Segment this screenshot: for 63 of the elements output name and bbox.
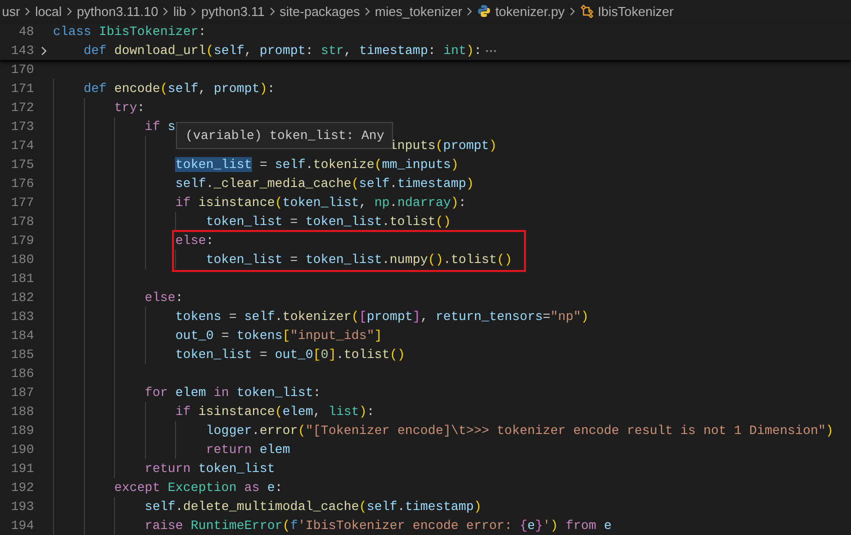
code-line: return elem (206, 441, 290, 459)
code-line: tokens = self.tokenizer([prompt], return_tensors="np") (175, 308, 589, 326)
ellipsis-icon[interactable] (484, 48, 497, 52)
line-number: 194 (10, 518, 34, 533)
line-number: 173 (10, 119, 34, 134)
line-number: 170 (10, 62, 34, 77)
line-number: 189 (10, 423, 34, 438)
breadcrumb-item[interactable]: tokenizer.py (495, 4, 565, 18)
code-line: token_list = self.tokenize(mm_inputs) (175, 156, 459, 174)
breadcrumb-item[interactable]: mies_tokenizer (374, 4, 462, 18)
line-number: 177 (10, 195, 34, 210)
hover-tooltip: (variable) token_list: Any (176, 122, 394, 149)
line-number: 180 (10, 252, 34, 267)
code-line: except Exception as e: (114, 479, 283, 497)
code-line: if s (144, 118, 176, 136)
line-number: 185 (10, 347, 34, 362)
line-number: 171 (10, 81, 34, 96)
line-number: 188 (10, 404, 34, 419)
code-line: def encode(self, prompt): (84, 80, 275, 98)
line-number: 191 (10, 461, 34, 476)
breadcrumb-item[interactable]: lib (173, 4, 186, 18)
line-number: 192 (10, 480, 34, 495)
breadcrumb-item[interactable]: site-packages (280, 4, 360, 18)
line-number: 178 (10, 214, 34, 229)
breadcrumb-item[interactable]: local (35, 4, 62, 18)
breadcrumb-item[interactable]: IbisTokenizer (598, 4, 674, 18)
code-line: self.delete_multimodal_cache(self.timestamp) (144, 498, 482, 516)
line-number: 174 (10, 138, 34, 153)
line-number: 182 (10, 290, 34, 305)
code-line: out_0 = tokens["input_ids"] (175, 327, 382, 345)
code-line: try: (114, 99, 145, 117)
line-number: 186 (10, 366, 34, 381)
code-line: self._clear_media_cache(self.timestamp) (175, 175, 474, 193)
file-type-icon (477, 4, 492, 18)
code-line: class IbisTokenizer: (53, 23, 206, 41)
line-number: 184 (10, 328, 34, 343)
code-line: if isinstance(token_list, np.ndarray): (175, 194, 466, 212)
breadcrumb-item[interactable]: python3.11.10 (76, 4, 158, 18)
code-line: for elem in token_list: (144, 384, 321, 402)
line-number: 175 (10, 157, 34, 172)
breadcrumb-item[interactable]: usr (2, 4, 20, 18)
line-number: 181 (10, 271, 34, 286)
line-number: 172 (10, 100, 34, 115)
line-number: 193 (10, 499, 34, 514)
code-line: return token_list (144, 460, 275, 478)
code-line: else: (175, 232, 214, 250)
class-symbol-icon (580, 4, 594, 18)
line-number: 187 (10, 385, 34, 400)
line-number: 176 (10, 176, 34, 191)
breadcrumb-item[interactable]: python3.11 (201, 4, 265, 18)
code-line: token_list = token_list.numpy().tolist() (206, 251, 512, 269)
code-line: def download_url(self, prompt: str, timestamp: int): (84, 42, 482, 60)
line-number: 48 (18, 24, 34, 39)
code-line: token_list = token_list.tolist() (206, 213, 451, 231)
code-line: raise RuntimeError(f'IbisTokenizer encode error: {e}') from e (144, 517, 612, 535)
line-number: 190 (10, 442, 34, 457)
line-number: 183 (10, 309, 34, 324)
line-number: 143 (10, 43, 34, 58)
code-line: logger.error("[Tokenizer encode]\t>>> tokenizer encode result is not 1 Dimension") (206, 422, 834, 440)
line-number: 179 (10, 233, 34, 248)
code-line: if isinstance(elem, list): (175, 403, 374, 421)
code-line: else: (144, 289, 184, 307)
code-line: token_list = out_0[0].tolist() (175, 346, 405, 364)
